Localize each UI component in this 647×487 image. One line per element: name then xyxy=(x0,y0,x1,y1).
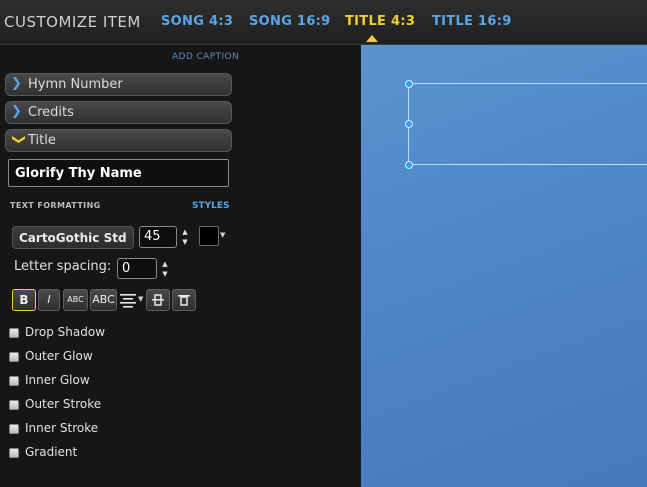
section-label: Hymn Number xyxy=(28,77,123,92)
chevron-down-icon[interactable]: ▼ xyxy=(220,231,225,239)
chevron-down-icon[interactable]: ▼ xyxy=(138,295,143,303)
italic-button[interactable]: I xyxy=(38,289,60,311)
top-bar: CUSTOMIZE ITEM SONG 4:3 SONG 16:9 TITLE … xyxy=(0,0,647,45)
checkbox[interactable] xyxy=(9,400,19,410)
section-label: Credits xyxy=(28,105,74,120)
bold-button[interactable]: B xyxy=(12,289,36,311)
checkbox-label: Inner Stroke xyxy=(25,421,99,435)
checkbox-label: Gradient xyxy=(25,445,78,459)
letter-spacing-up-icon[interactable]: ▲ xyxy=(161,260,169,268)
chevron-right-icon: ❯ xyxy=(11,104,22,119)
text-color-swatch[interactable] xyxy=(199,226,219,246)
title-text-box[interactable] xyxy=(405,80,647,169)
checkbox[interactable] xyxy=(9,328,19,338)
chevron-down-icon: ❯ xyxy=(10,134,26,145)
text-formatting-label: TEXT FORMATTING xyxy=(10,201,101,210)
letter-spacing-label: Letter spacing: xyxy=(14,259,112,274)
page-title: CUSTOMIZE ITEM xyxy=(4,13,141,31)
section-label: Title xyxy=(28,133,56,148)
font-family-select[interactable]: CartoGothic Std xyxy=(12,226,134,249)
font-size-down-icon[interactable]: ▼ xyxy=(181,238,189,246)
chevron-right-icon: ❯ xyxy=(11,76,22,91)
section-credits[interactable]: ❯ Credits xyxy=(5,101,232,124)
top-align-icon[interactable] xyxy=(172,289,196,311)
tab-title-16-9[interactable]: TITLE 16:9 xyxy=(432,14,512,29)
checkbox[interactable] xyxy=(9,448,19,458)
resize-handle[interactable] xyxy=(405,120,413,128)
vertical-align-icon[interactable] xyxy=(146,289,170,311)
font-size-up-icon[interactable]: ▲ xyxy=(181,228,189,236)
section-hymn-number[interactable]: ❯ Hymn Number xyxy=(5,73,232,96)
checkbox-label: Outer Glow xyxy=(25,349,93,363)
tab-song-4-3[interactable]: SONG 4:3 xyxy=(161,14,233,29)
add-caption-link[interactable]: ADD CAPTION xyxy=(172,52,239,62)
checkbox-label: Drop Shadow xyxy=(25,325,106,339)
tab-song-16-9[interactable]: SONG 16:9 xyxy=(249,14,331,29)
section-title[interactable]: ❯ Title xyxy=(5,129,232,152)
title-text-input[interactable] xyxy=(8,159,229,187)
small-caps-button[interactable]: ABC xyxy=(63,289,88,311)
checkbox[interactable] xyxy=(9,424,19,434)
preview-canvas[interactable] xyxy=(361,45,647,487)
checkbox-label: Inner Glow xyxy=(25,373,90,387)
letter-spacing-down-icon[interactable]: ▼ xyxy=(161,270,169,278)
resize-handle[interactable] xyxy=(405,161,413,169)
checkbox[interactable] xyxy=(9,352,19,362)
resize-handle[interactable] xyxy=(405,80,413,88)
styles-link[interactable]: STYLES xyxy=(192,201,230,211)
align-center-icon[interactable] xyxy=(119,292,137,308)
letter-spacing-field[interactable]: 0 xyxy=(117,258,157,279)
active-tab-indicator xyxy=(366,35,378,42)
tab-title-4-3[interactable]: TITLE 4:3 xyxy=(345,14,415,29)
checkbox[interactable] xyxy=(9,376,19,386)
checkbox-label: Outer Stroke xyxy=(25,397,102,411)
all-caps-button[interactable]: ABC xyxy=(90,289,117,311)
font-size-field[interactable]: 45 xyxy=(139,226,177,248)
